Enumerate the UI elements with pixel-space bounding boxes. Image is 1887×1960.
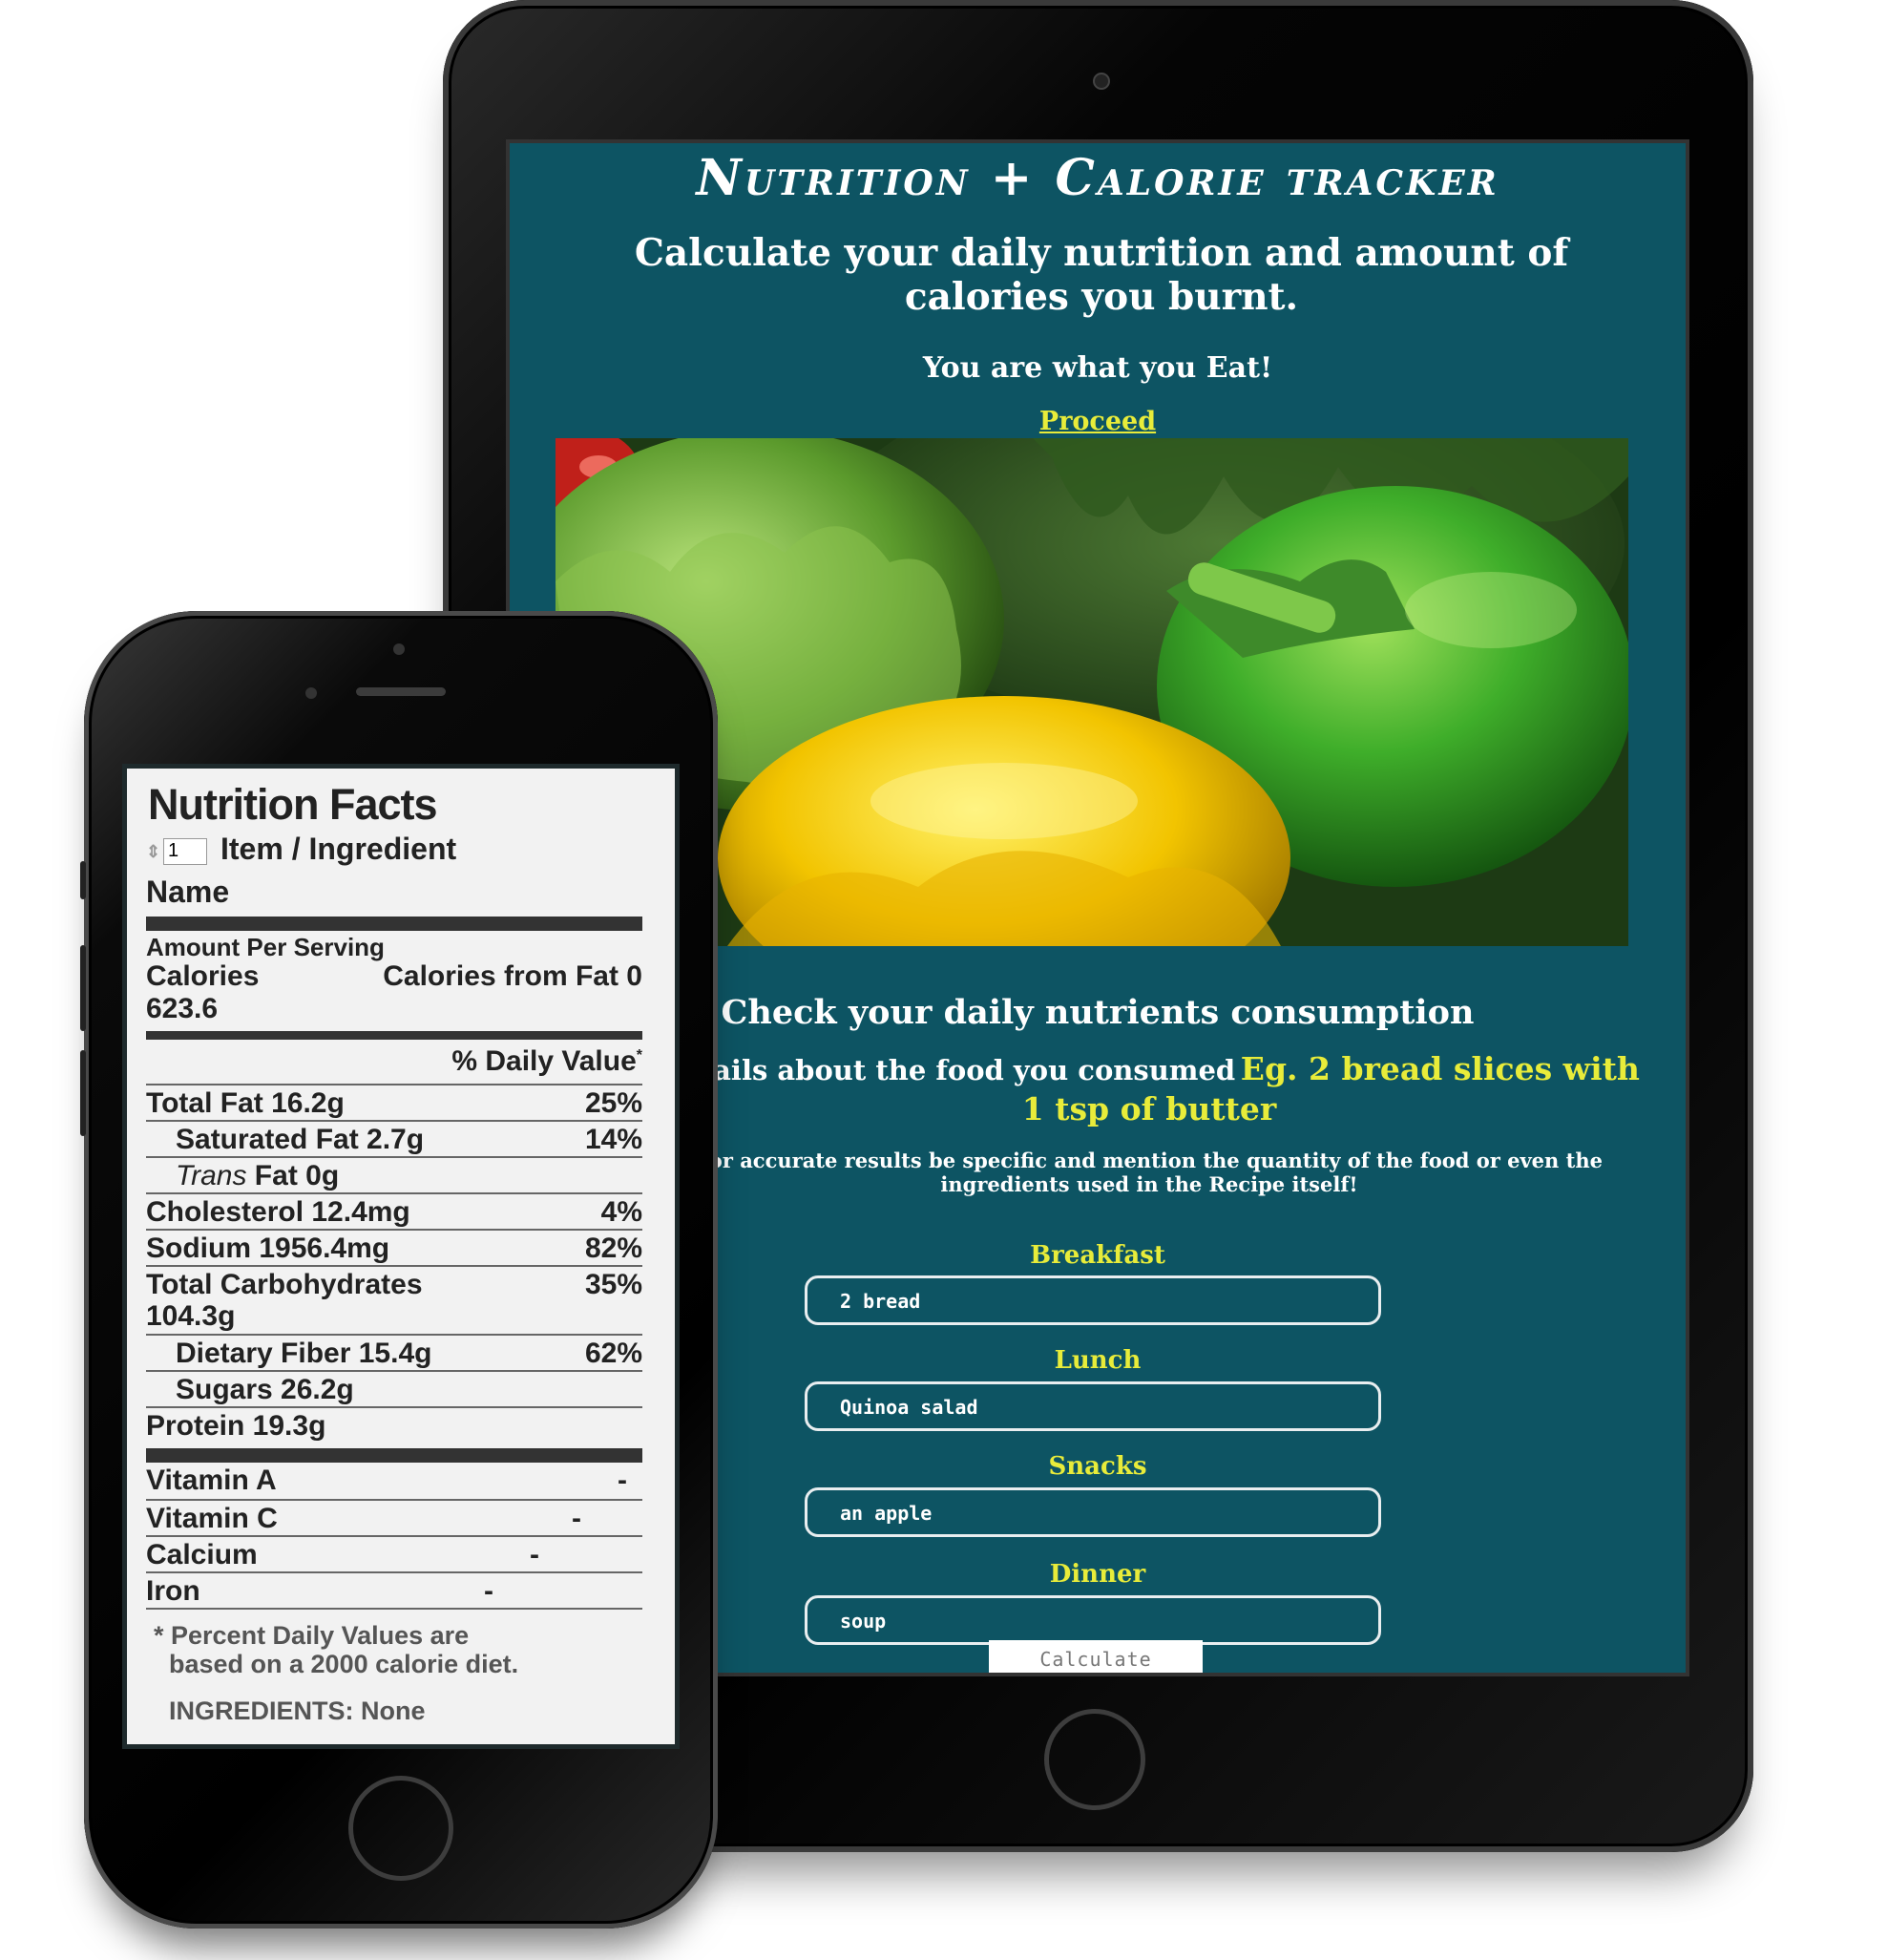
details-text: Details about the food you consumed [659,1054,1236,1086]
vitamin-label: Calcium [146,1539,258,1570]
row-total-fat: Total Fat 16.2g 25% [146,1084,642,1120]
daily-value-header: % Daily Value* [451,1045,642,1078]
footnote-line-2: based on a 2000 calorie diet. [169,1650,519,1678]
proceed-link[interactable]: Proceed [510,407,1686,436]
quantity-row: ⇕ Item / Ingredient Name [146,829,642,912]
nutrient-label: Protein 19.3g [146,1410,326,1442]
calories-label: Calories [146,960,260,992]
row-saturated-fat: Saturated Fat 2.7g 14% [146,1120,642,1156]
trans-fat-text: Fat 0g [246,1160,340,1191]
vitamin-value: - [484,1575,493,1607]
phone-device: Nutrition Facts ⇕Item / Ingredient Name … [80,611,718,1928]
vitamin-value: - [530,1539,539,1570]
vitamin-label: Vitamin A [146,1465,277,1496]
nutrient-label: Dietary Fiber 15.4g [176,1338,432,1369]
calories-value: 623.6 [146,993,219,1024]
row-total-carbohydrates: Total Carbohydrates 104.3g 35% [146,1265,642,1334]
vitamin-value: - [572,1503,581,1534]
vitamin-value: - [618,1465,627,1496]
phone-volume-up [80,945,86,1031]
medium-divider [146,1031,642,1040]
nutrient-percent: 82% [584,1233,642,1264]
phone-mute-switch [80,861,86,899]
nutrient-percent: 14% [584,1124,642,1155]
phone-camera [393,643,405,655]
nutrient-percent: 35% [584,1269,642,1300]
nutrient-label: Trans Fat 0g [176,1158,339,1194]
nutrient-label: Sodium 1956.4mg [146,1233,390,1264]
accuracy-note: For accurate results be specific and men… [696,1149,1603,1196]
name-label: Name [146,874,230,909]
footnote: * Percent Daily Values are based on a 20… [154,1621,518,1678]
row-dietary-fiber: Dietary Fiber 15.4g 62% [146,1334,642,1370]
daily-value-asterisk: * [636,1047,642,1064]
quantity-input[interactable] [163,837,207,865]
dinner-input[interactable] [805,1595,1381,1645]
row-protein: Protein 19.3g [146,1406,642,1443]
spinner-arrows-icon[interactable]: ⇕ [146,832,163,872]
item-ingredient-label: Item / Ingredient [220,832,457,866]
daily-value-text: % Daily Value [451,1045,637,1077]
row-iron: Iron - [146,1571,642,1610]
nutrient-percent: 4% [600,1196,642,1228]
nutrient-label: Total Fat 16.2g [146,1087,345,1119]
nutrition-facts-title: Nutrition Facts [148,780,438,829]
ingredients-line: INGREDIENTS: None [169,1697,426,1725]
nutrient-amount: 104.3g [146,1300,236,1332]
nutrient-percent: 25% [584,1087,642,1119]
thick-divider [146,917,642,931]
page-title: Nutrition + Calorie tracker [696,149,1499,207]
nutrient-label: Saturated Fat 2.7g [176,1124,425,1155]
details-instructions: Details about the food you consumed Eg. … [653,1052,1646,1132]
calculate-button[interactable]: Calculate [989,1640,1203,1673]
phone-sensor [305,687,317,699]
row-sugars: Sugars 26.2g [146,1370,642,1406]
lunch-input[interactable] [805,1381,1381,1431]
row-sodium: Sodium 1956.4mg 82% [146,1229,642,1265]
thick-divider [146,1448,642,1463]
tablet-camera [1093,73,1110,90]
snacks-input[interactable] [805,1487,1381,1537]
row-cholesterol: Cholesterol 12.4mg 4% [146,1192,642,1229]
row-vitamin-c: Vitamin C - [146,1499,642,1535]
nutrient-label: Sugars 26.2g [176,1374,354,1405]
nutrient-label: Cholesterol 12.4mg [146,1196,410,1228]
page-subtitle: Calculate your daily nutrition and amoun… [634,231,1569,319]
vitamin-label: Vitamin C [146,1503,278,1534]
calories-from-fat: Calories from Fat 0 [383,960,642,992]
nutrient-percent: 62% [584,1338,642,1369]
phone-speaker [356,687,446,696]
footnote-line-1: * Percent Daily Values are [154,1621,470,1650]
breakfast-input[interactable] [805,1275,1381,1325]
row-calcium: Calcium - [146,1535,642,1571]
phone-screen: Nutrition Facts ⇕Item / Ingredient Name … [122,764,680,1749]
tablet-home-button[interactable] [1044,1709,1145,1810]
phone-home-button[interactable] [348,1776,453,1881]
tagline: You are what you Eat! [922,351,1273,385]
row-vitamin-a: Vitamin A - [146,1463,642,1497]
phone-volume-down [80,1050,86,1136]
amount-per-serving: Amount Per Serving [146,933,385,961]
vitamin-label: Iron [146,1575,200,1607]
trans-italic: Trans [176,1160,247,1191]
row-trans-fat: Trans Fat 0g [146,1156,642,1192]
